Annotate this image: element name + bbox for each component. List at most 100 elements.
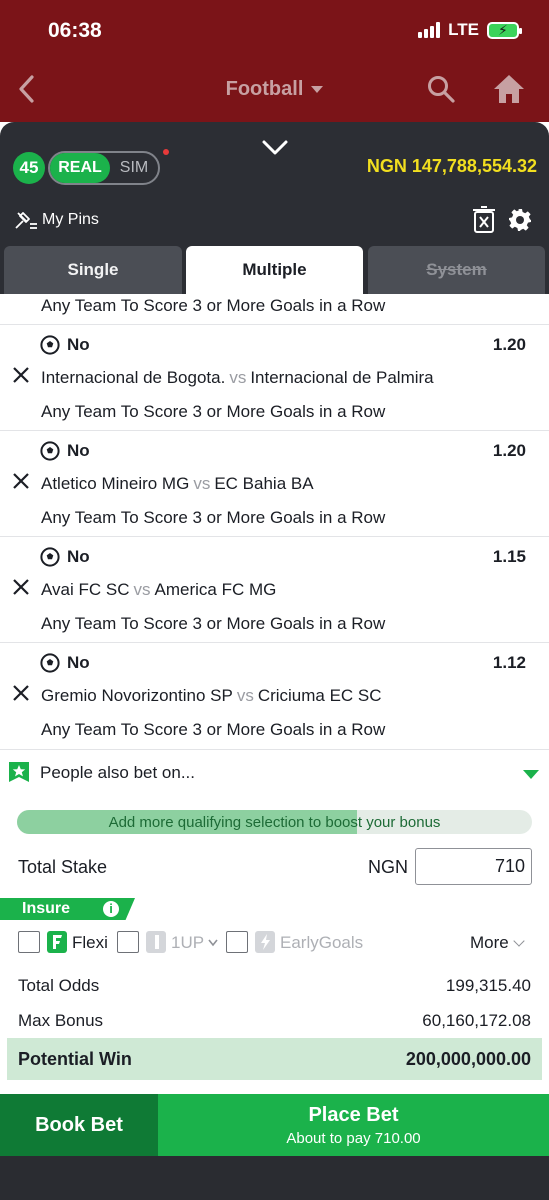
bet-type-tabs: Single Multiple System bbox=[4, 246, 545, 294]
selection-pick: No bbox=[67, 547, 90, 566]
place-bet-button[interactable]: Place Bet About to pay 710.00 bbox=[158, 1094, 549, 1156]
star-badge-icon bbox=[9, 762, 29, 782]
stake-currency: NGN bbox=[368, 857, 408, 877]
oneup-icon bbox=[146, 931, 166, 953]
insure-banner[interactable]: Insure i bbox=[0, 898, 135, 920]
vs-label: vs bbox=[236, 686, 254, 705]
oneup-label: 1UP bbox=[171, 933, 205, 952]
account-balance: NGN 147,788,554.32 bbox=[366, 156, 537, 176]
stake-input[interactable] bbox=[415, 848, 532, 885]
selection-pick: No bbox=[67, 441, 90, 460]
flexi-label: Flexi bbox=[72, 933, 108, 952]
more-options-button[interactable]: More bbox=[470, 933, 525, 953]
remove-selection-icon[interactable] bbox=[12, 366, 30, 384]
vs-label: vs bbox=[229, 368, 247, 387]
away-team: Criciuma EC SC bbox=[257, 686, 382, 705]
home-icon[interactable] bbox=[492, 72, 526, 106]
earlygoals-icon bbox=[255, 931, 275, 953]
tab-system[interactable]: System bbox=[368, 246, 545, 294]
sport-dropdown[interactable]: Football bbox=[0, 78, 549, 101]
remove-selection-icon[interactable] bbox=[12, 578, 30, 596]
tab-single[interactable]: Single bbox=[4, 246, 182, 294]
potential-win-value: 200,000,000.00 bbox=[405, 1049, 531, 1069]
real-mode-button[interactable]: REAL bbox=[50, 153, 110, 183]
football-icon bbox=[40, 653, 60, 673]
remove-selection-icon[interactable] bbox=[12, 472, 30, 490]
partial-market-text: Any Team To Score 3 or More Goals in a R… bbox=[41, 296, 386, 315]
max-bonus-value: 60,160,172.08 bbox=[422, 1011, 531, 1030]
total-stake-label: Total Stake bbox=[18, 857, 108, 877]
collapse-chevron-icon[interactable] bbox=[261, 138, 289, 158]
vs-label: vs bbox=[133, 580, 151, 599]
selection-item: No 1.20 Atletico Mineiro MG vs EC Bahia BA… bbox=[0, 430, 549, 536]
match-teams: Atletico Mineiro MG vs EC Bahia BA bbox=[41, 474, 314, 494]
pay-amount-note: About to pay 710.00 bbox=[286, 1130, 421, 1147]
selection-odds: 1.20 bbox=[492, 441, 526, 460]
app-header: 06:38 LTE ⚡ Football bbox=[0, 0, 549, 122]
home-team: Gremio Novorizontino SP bbox=[41, 686, 233, 705]
selection-item: No 1.20 Internacional de Bogota. vs Intern… bbox=[0, 324, 549, 430]
remove-selection-icon[interactable] bbox=[12, 684, 30, 702]
divider bbox=[0, 749, 549, 750]
info-icon[interactable]: i bbox=[103, 901, 119, 917]
boost-message: Add more qualifying selection to boost y… bbox=[108, 814, 441, 831]
insure-label: Insure bbox=[22, 900, 71, 917]
match-teams: Gremio Novorizontino SP vs Criciuma EC SC bbox=[41, 686, 382, 706]
page-title: Football bbox=[225, 78, 304, 100]
notification-dot bbox=[163, 149, 169, 155]
selection-market: Any Team To Score 3 or More Goals in a R… bbox=[41, 508, 386, 527]
flexi-checkbox[interactable] bbox=[18, 931, 40, 953]
football-icon bbox=[40, 441, 60, 461]
potential-win-label: Potential Win bbox=[18, 1049, 132, 1069]
caret-down-icon bbox=[311, 86, 324, 94]
earlygoals-label: EarlyGoals bbox=[280, 933, 364, 952]
home-team: Avai FC SC bbox=[41, 580, 130, 599]
total-odds-row: Total Odds 199,315.40 bbox=[18, 976, 531, 996]
book-bet-button[interactable]: Book Bet bbox=[0, 1094, 158, 1156]
selection-odds: 1.20 bbox=[492, 335, 526, 354]
selection-market: Any Team To Score 3 or More Goals in a R… bbox=[41, 402, 386, 421]
oneup-checkbox[interactable] bbox=[117, 931, 139, 953]
bottom-bar bbox=[0, 1156, 549, 1200]
tab-multiple[interactable]: Multiple bbox=[186, 246, 363, 294]
earlygoals-checkbox[interactable] bbox=[226, 931, 248, 953]
selection-item: No 1.12 Gremio Novorizontino SP vs Cricium… bbox=[0, 642, 549, 748]
chevron-down-icon bbox=[208, 939, 218, 947]
gear-icon[interactable] bbox=[508, 208, 532, 232]
pin-icon bbox=[15, 212, 37, 229]
selection-odds: 1.12 bbox=[492, 653, 526, 672]
selection-item: No 1.15 Avai FC SC vs America FC MG Any Te… bbox=[0, 536, 549, 642]
betslip-header: 45 REAL SIM NGN 147,788,554.32 My Pins S… bbox=[0, 122, 549, 294]
my-pins-button[interactable]: My Pins bbox=[14, 210, 99, 230]
max-bonus-label: Max Bonus bbox=[18, 1011, 104, 1030]
selection-pick: No bbox=[67, 653, 90, 672]
football-icon bbox=[40, 335, 60, 355]
signal-icon bbox=[418, 22, 441, 38]
total-odds-label: Total Odds bbox=[18, 976, 100, 995]
selection-odds: 1.15 bbox=[492, 547, 526, 566]
expand-triangle-icon bbox=[523, 770, 539, 779]
chevron-down-icon bbox=[513, 935, 525, 947]
total-odds-value: 199,315.40 bbox=[445, 976, 531, 995]
people-also-bet-toggle[interactable]: People also bet on... bbox=[0, 751, 549, 795]
selection-pick: No bbox=[67, 335, 90, 354]
status-time: 06:38 bbox=[48, 19, 102, 42]
search-icon[interactable] bbox=[426, 74, 456, 104]
match-teams: Avai FC SC vs America FC MG bbox=[41, 580, 276, 600]
selection-market: Any Team To Score 3 or More Goals in a R… bbox=[41, 720, 386, 739]
bet-options-row: Flexi 1UP EarlyGoals More bbox=[18, 929, 538, 957]
more-label: More bbox=[470, 933, 509, 952]
max-bonus-row: Max Bonus 60,160,172.08 bbox=[18, 1011, 531, 1031]
potential-win-row: Potential Win 200,000,000.00 bbox=[7, 1038, 542, 1080]
selection-count-badge: 45 bbox=[13, 152, 45, 184]
my-pins-label: My Pins bbox=[42, 211, 99, 228]
selection-market: Any Team To Score 3 or More Goals in a R… bbox=[41, 614, 386, 633]
real-sim-toggle[interactable]: REAL SIM bbox=[48, 151, 160, 185]
status-indicators: LTE ⚡ bbox=[418, 20, 522, 40]
match-teams: Internacional de Bogota. vs Internacional … bbox=[41, 368, 434, 388]
trash-icon[interactable] bbox=[473, 206, 495, 234]
sim-mode-button[interactable]: SIM bbox=[110, 159, 158, 177]
away-team: Internacional de Palmira bbox=[250, 368, 434, 387]
football-icon bbox=[40, 547, 60, 567]
battery-icon: ⚡ bbox=[487, 21, 522, 39]
